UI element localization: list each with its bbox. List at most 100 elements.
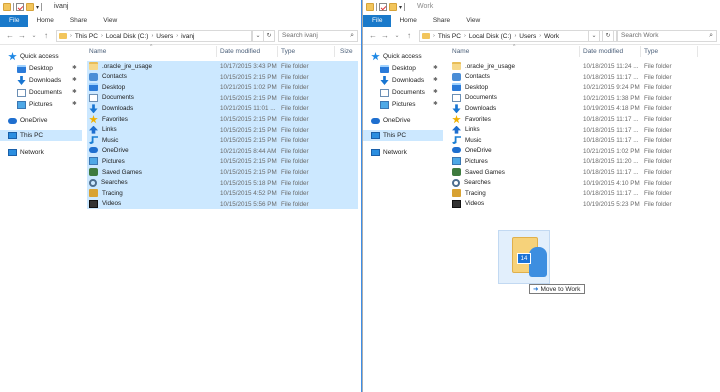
- file-row[interactable]: Desktop 10/21/2015 1:02 PM File folder: [87, 82, 358, 93]
- tab-share[interactable]: Share: [425, 15, 458, 27]
- file-row[interactable]: Music 10/15/2015 2:15 PM File folder: [87, 135, 358, 146]
- nav-network[interactable]: Network: [8, 147, 44, 158]
- breadcrumb-work[interactable]: Work: [544, 33, 559, 40]
- file-row[interactable]: Desktop 10/21/2015 9:24 PM File folder: [450, 82, 718, 93]
- file-type: File folder: [281, 179, 309, 187]
- breadcrumb-ivanj[interactable]: ivanj: [181, 33, 194, 40]
- file-row[interactable]: Saved Games 10/15/2015 2:15 PM File folder: [87, 167, 358, 178]
- customize-toolbar-icon[interactable]: ▾: [36, 4, 39, 11]
- tab-file[interactable]: File: [0, 15, 29, 27]
- recent-locations-icon[interactable]: ⌄: [30, 32, 38, 39]
- downloads-icon: [17, 76, 26, 85]
- tab-view[interactable]: View: [95, 15, 125, 27]
- column-name[interactable]: Name: [452, 48, 469, 55]
- file-row[interactable]: Searches 10/15/2015 5:18 PM File folder: [87, 177, 358, 189]
- back-arrow-icon[interactable]: ←: [369, 31, 377, 40]
- file-row[interactable]: Downloads 10/19/2015 4:18 PM File folder: [450, 103, 718, 114]
- file-row[interactable]: OneDrive 10/21/2015 8:44 AM File folder: [87, 145, 358, 157]
- folder-icon[interactable]: [3, 3, 11, 11]
- breadcrumb-this-pc[interactable]: This PC: [438, 33, 461, 40]
- file-row[interactable]: Documents 10/15/2015 2:15 PM File folder: [87, 92, 358, 104]
- file-name: Pictures: [452, 157, 488, 166]
- up-arrow-icon[interactable]: ↑: [405, 31, 413, 40]
- nav-quick-access[interactable]: Quick access: [8, 51, 59, 62]
- nav-downloads[interactable]: Downloads: [17, 75, 61, 86]
- file-row[interactable]: Downloads 10/21/2015 11:01 ... File folder: [87, 103, 358, 114]
- nav-pictures[interactable]: Pictures: [17, 99, 52, 110]
- refresh-icon[interactable]: ↻: [263, 30, 275, 42]
- column-date-modified[interactable]: Date modified: [220, 48, 260, 55]
- properties-icon[interactable]: [379, 3, 387, 11]
- address-dropdown-icon[interactable]: ⌄: [588, 30, 600, 42]
- forward-arrow-icon[interactable]: →: [381, 31, 389, 40]
- nav-pictures[interactable]: Pictures: [380, 99, 415, 110]
- file-row[interactable]: Links 10/15/2015 2:15 PM File folder: [87, 124, 358, 136]
- customize-toolbar-icon[interactable]: ▾: [399, 4, 402, 11]
- file-row[interactable]: Videos 10/15/2015 5:56 PM File folder: [87, 198, 358, 210]
- address-box[interactable]: › This PC › Local Disk (C:) › Users › iv…: [56, 30, 252, 42]
- nav-documents[interactable]: Documents: [380, 87, 425, 98]
- breadcrumb-this-pc[interactable]: This PC: [75, 33, 98, 40]
- back-arrow-icon[interactable]: ←: [6, 31, 14, 40]
- file-row[interactable]: Favorites 10/15/2015 2:15 PM File folder: [87, 114, 358, 125]
- documents-icon: [17, 88, 26, 97]
- column-type[interactable]: Type: [644, 48, 658, 55]
- file-name: Music: [452, 136, 481, 145]
- column-type[interactable]: Type: [281, 48, 295, 55]
- breadcrumb-local-disk[interactable]: Local Disk (C:): [469, 33, 512, 40]
- nav-network[interactable]: Network: [371, 147, 407, 158]
- folder-icon[interactable]: [366, 3, 374, 11]
- tab-home[interactable]: Home: [391, 15, 424, 27]
- file-row[interactable]: Searches 10/19/2015 4:10 PM File folder: [450, 178, 718, 189]
- search-input[interactable]: Search ivanj ⌕: [278, 30, 358, 42]
- forward-arrow-icon[interactable]: →: [18, 31, 26, 40]
- tab-share[interactable]: Share: [62, 15, 95, 27]
- file-row[interactable]: Pictures 10/18/2015 11:20 ... File folder: [450, 156, 718, 167]
- file-row[interactable]: .oracle_jre_usage 10/17/2015 3:43 PM File …: [87, 61, 358, 72]
- refresh-icon[interactable]: ↻: [602, 30, 614, 42]
- nav-onedrive[interactable]: OneDrive: [371, 115, 410, 126]
- tab-file[interactable]: File: [363, 15, 392, 27]
- file-date-modified: 10/15/2015 5:18 PM: [220, 179, 277, 187]
- nav-this-pc[interactable]: This PC: [363, 130, 443, 141]
- breadcrumb-users[interactable]: Users: [519, 33, 536, 40]
- file-row[interactable]: Documents 10/21/2015 1:38 PM File folder: [450, 93, 718, 104]
- explorer-window-work: ▾ Work File Home Share View ← → ⌄ ↑ › Th…: [362, 0, 720, 392]
- breadcrumb-users[interactable]: Users: [156, 33, 173, 40]
- breadcrumb-local-disk[interactable]: Local Disk (C:): [106, 33, 149, 40]
- file-row[interactable]: Favorites 10/18/2015 11:17 ... File folder: [450, 114, 718, 125]
- nav-downloads[interactable]: Downloads: [380, 75, 424, 86]
- column-size[interactable]: Size: [340, 48, 353, 55]
- file-row[interactable]: Contacts 10/15/2015 2:15 PM File folder: [87, 71, 358, 83]
- column-name[interactable]: Name: [89, 48, 106, 55]
- file-name: Links: [89, 125, 117, 134]
- up-arrow-icon[interactable]: ↑: [42, 31, 50, 40]
- new-folder-icon[interactable]: [26, 3, 34, 11]
- file-row[interactable]: Pictures 10/15/2015 2:15 PM File folder: [87, 156, 358, 167]
- tab-view[interactable]: View: [458, 15, 488, 27]
- file-row[interactable]: Videos 10/19/2015 5:23 PM File folder: [450, 199, 718, 210]
- file-row[interactable]: OneDrive 10/21/2015 1:02 PM File folder: [450, 146, 718, 157]
- nav-onedrive[interactable]: OneDrive: [8, 115, 47, 126]
- downloads-icon: [380, 76, 389, 85]
- file-row[interactable]: Links 10/18/2015 11:17 ... File folder: [450, 125, 718, 136]
- column-date-modified[interactable]: Date modified: [583, 48, 623, 55]
- nav-desktop[interactable]: Desktop: [380, 63, 416, 74]
- file-date-modified: 10/15/2015 4:52 PM: [220, 190, 277, 198]
- properties-icon[interactable]: [16, 3, 24, 11]
- nav-desktop[interactable]: Desktop: [17, 63, 53, 74]
- file-row[interactable]: Tracing 10/15/2015 4:52 PM File folder: [87, 188, 358, 199]
- nav-documents[interactable]: Documents: [17, 87, 62, 98]
- file-row[interactable]: .oracle_jre_usage 10/18/2015 11:24 ... Fil…: [450, 61, 718, 72]
- tab-home[interactable]: Home: [28, 15, 61, 27]
- file-row[interactable]: Tracing 10/18/2015 11:17 ... File folder: [450, 188, 718, 199]
- file-row[interactable]: Contacts 10/18/2015 11:17 ... File folder: [450, 72, 718, 83]
- file-row[interactable]: Music 10/18/2015 11:17 ... File folder: [450, 135, 718, 146]
- file-row[interactable]: Saved Games 10/18/2015 11:17 ... File fold…: [450, 167, 718, 178]
- recent-locations-icon[interactable]: ⌄: [393, 32, 401, 39]
- nav-this-pc[interactable]: This PC: [0, 130, 82, 141]
- nav-quick-access[interactable]: Quick access: [371, 51, 422, 62]
- file-name: OneDrive: [89, 147, 129, 154]
- new-folder-icon[interactable]: [389, 3, 397, 11]
- search-input[interactable]: Search Work ⌕: [617, 30, 717, 42]
